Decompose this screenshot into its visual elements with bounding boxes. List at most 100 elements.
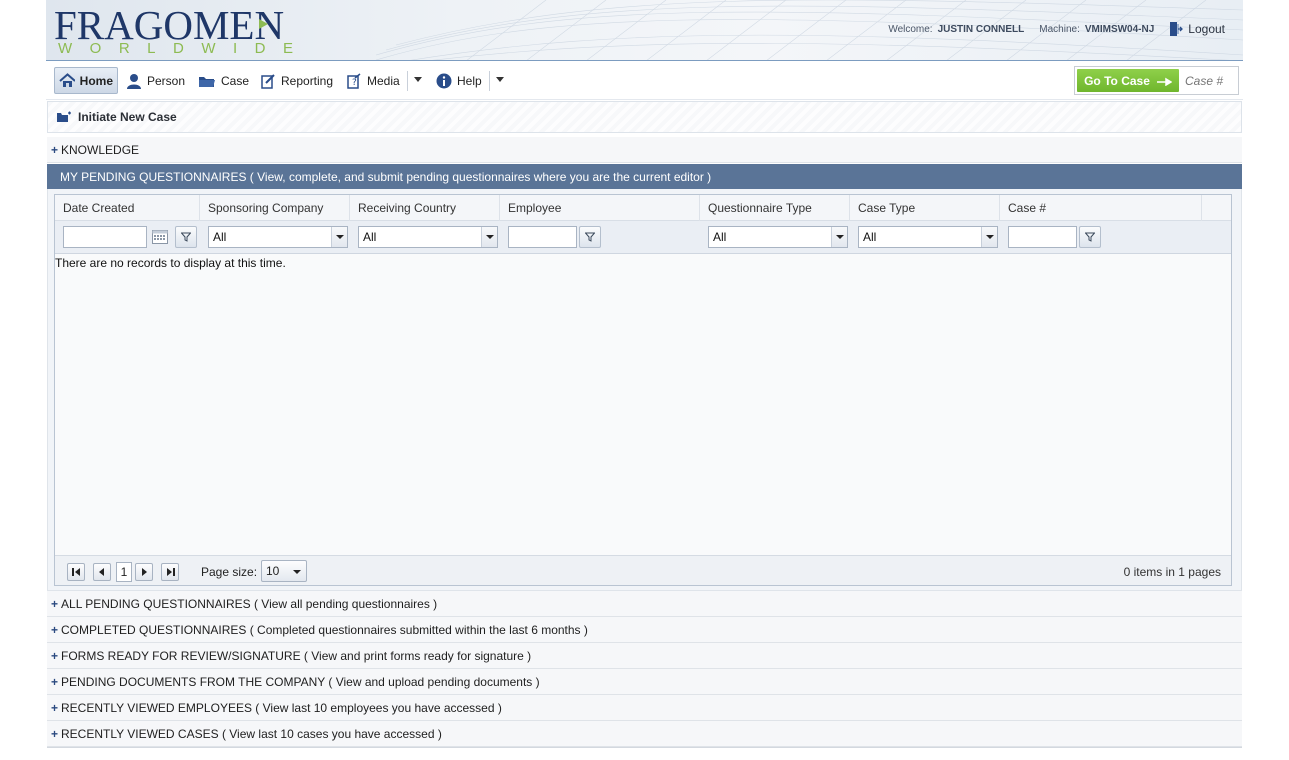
media-dropdown-caret-icon[interactable] — [414, 77, 422, 82]
case-number-input[interactable] — [1181, 69, 1236, 92]
case-type-value: All — [863, 230, 877, 244]
case-number-filter-button[interactable] — [1079, 226, 1101, 248]
calendar-icon[interactable] — [151, 228, 169, 246]
chevron-down-icon — [481, 227, 497, 247]
divider — [47, 747, 1242, 748]
menu-help[interactable]: Help — [432, 67, 486, 94]
section-pending-documents[interactable]: + PENDING DOCUMENTS FROM THE COMPANY ( V… — [47, 669, 1242, 695]
receiving-country-select[interactable]: All — [358, 226, 498, 248]
user-name: JUSTIN CONNELL — [937, 23, 1025, 35]
questionnaire-type-value: All — [713, 230, 727, 244]
current-page-number[interactable]: 1 — [116, 562, 132, 582]
menu-home[interactable]: Home — [54, 67, 118, 94]
grid-pager: 1 Page size: 10 0 items in 1 pages — [55, 555, 1231, 585]
home-icon — [59, 73, 75, 87]
grid-filter-row: All All All All — [55, 221, 1231, 254]
section-knowledge[interactable]: + KNOWLEDGE — [47, 137, 1242, 163]
column-header-case-number[interactable]: Case # — [1000, 195, 1202, 221]
expand-plus-icon: + — [51, 596, 59, 611]
pager-items-info: 0 items in 1 pages — [1123, 565, 1221, 579]
column-header-case-type[interactable]: Case Type — [850, 195, 1000, 221]
section-all-pending-questionnaires[interactable]: + ALL PENDING QUESTIONNAIRES ( View all … — [47, 591, 1242, 617]
goto-case-label: Go To Case — [1084, 73, 1150, 88]
questionnaires-grid: Date Created Sponsoring Company Receivin… — [54, 194, 1232, 586]
case-type-select[interactable]: All — [858, 226, 998, 248]
menu-reporting-label: Reporting — [281, 73, 334, 88]
first-page-button[interactable] — [67, 563, 85, 581]
next-page-icon — [142, 568, 147, 576]
section-knowledge-label: KNOWLEDGE — [61, 142, 140, 157]
column-header-questionnaire-type[interactable]: Questionnaire Type — [700, 195, 850, 221]
page-size-select[interactable]: 10 — [261, 560, 307, 582]
column-header-date-created[interactable]: Date Created — [55, 195, 200, 221]
menu-reporting[interactable]: Reporting — [256, 67, 337, 94]
filter-icon — [585, 232, 595, 242]
expand-plus-icon: + — [51, 142, 59, 157]
section-label: PENDING DOCUMENTS FROM THE COMPANY ( Vie… — [61, 674, 540, 689]
reporting-icon — [261, 73, 275, 89]
section-forms-ready-for-review[interactable]: + FORMS READY FOR REVIEW/SIGNATURE ( Vie… — [47, 643, 1242, 669]
logout-icon — [1170, 22, 1184, 36]
first-page-icon — [71, 568, 80, 576]
svg-text:?: ? — [352, 78, 357, 88]
date-created-filter-button[interactable] — [175, 226, 197, 248]
questionnaire-type-select[interactable]: All — [708, 226, 848, 248]
page-size-label: Page size: — [201, 565, 258, 579]
machine-label: Machine: — [1039, 23, 1080, 35]
last-page-button[interactable] — [161, 563, 179, 581]
sponsoring-company-select[interactable]: All — [208, 226, 348, 248]
page: FRAGOMEN WORLDWIDE Welcome: JUSTIN CONNE… — [46, 0, 1243, 748]
column-header-employee[interactable]: Employee — [500, 195, 700, 221]
column-header-sponsoring-company[interactable]: Sponsoring Company — [200, 195, 350, 221]
date-created-filter-input[interactable] — [63, 226, 147, 248]
menu-separator — [407, 71, 408, 91]
section-label: RECENTLY VIEWED CASES ( View last 10 cas… — [61, 726, 442, 741]
section-recently-viewed-employees[interactable]: + RECENTLY VIEWED EMPLOYEES ( View last … — [47, 695, 1242, 721]
empty-grid-message: There are no records to display at this … — [55, 256, 286, 270]
previous-page-icon — [99, 568, 104, 576]
menu-media[interactable]: ? Media — [342, 67, 404, 94]
employee-filter-input[interactable] — [508, 226, 577, 248]
machine-name: VMIMSW04-NJ — [1084, 23, 1155, 35]
page-size-value: 10 — [266, 564, 280, 578]
new-case-folder-icon — [57, 111, 71, 122]
header-banner: FRAGOMEN WORLDWIDE Welcome: JUSTIN CONNE… — [46, 0, 1243, 61]
expand-plus-icon: + — [51, 622, 59, 637]
previous-page-button[interactable] — [93, 563, 111, 581]
section-label: FORMS READY FOR REVIEW/SIGNATURE ( View … — [61, 648, 532, 663]
menu-case-label: Case — [221, 73, 250, 88]
section-my-pending-questionnaires[interactable]: MY PENDING QUESTIONNAIRES ( View, comple… — [47, 164, 1242, 189]
section-active-label: MY PENDING QUESTIONNAIRES ( View, comple… — [60, 169, 712, 184]
initiate-new-case-label: Initiate New Case — [78, 110, 177, 124]
menu-help-label: Help — [457, 73, 482, 88]
sponsoring-company-value: All — [213, 230, 227, 244]
menu-separator — [489, 71, 490, 91]
folder-icon — [199, 76, 215, 87]
main-menu: Home Person Case Reporting ? Media Help … — [46, 61, 1243, 100]
chevron-down-icon — [331, 227, 347, 247]
section-recently-viewed-cases[interactable]: + RECENTLY VIEWED CASES ( View last 10 c… — [47, 721, 1242, 747]
column-header-receiving-country[interactable]: Receiving Country — [350, 195, 500, 221]
goto-case-button[interactable]: Go To Case — [1077, 69, 1179, 92]
initiate-new-case-button[interactable]: Initiate New Case — [47, 101, 1242, 133]
expand-plus-icon: + — [51, 700, 59, 715]
help-dropdown-caret-icon[interactable] — [496, 77, 504, 82]
section-label: RECENTLY VIEWED EMPLOYEES ( View last 10… — [61, 700, 502, 715]
menu-case[interactable]: Case — [194, 67, 253, 94]
section-completed-questionnaires[interactable]: + COMPLETED QUESTIONNAIRES ( Completed q… — [47, 617, 1242, 643]
logo-play-icon — [259, 19, 268, 29]
media-icon: ? — [347, 72, 361, 89]
grid-header: Date Created Sponsoring Company Receivin… — [55, 195, 1231, 221]
welcome-label: Welcome: — [888, 23, 933, 35]
menu-person-label: Person — [147, 73, 186, 88]
employee-filter-button[interactable] — [579, 226, 601, 248]
user-info: Welcome: JUSTIN CONNELL Machine: VMIMSW0… — [888, 21, 1225, 37]
chevron-down-icon — [981, 227, 997, 247]
case-number-filter-input[interactable] — [1008, 226, 1077, 248]
expand-plus-icon: + — [51, 648, 59, 663]
menu-person[interactable]: Person — [122, 67, 189, 94]
logout-label: Logout — [1188, 22, 1225, 36]
next-page-button[interactable] — [135, 563, 153, 581]
logout-link[interactable]: Logout — [1169, 21, 1225, 37]
receiving-country-value: All — [363, 230, 377, 244]
